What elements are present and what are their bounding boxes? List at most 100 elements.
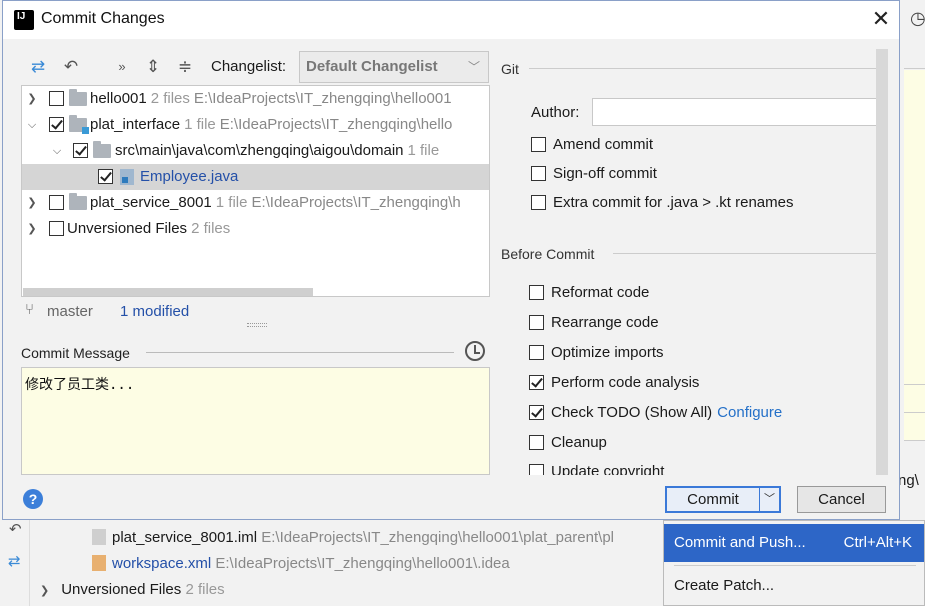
dialog-title: Commit Changes xyxy=(41,10,165,27)
author-label: Author: xyxy=(531,104,580,121)
tree-row-name: hello001 xyxy=(90,90,147,107)
tree-row-count: 1 file xyxy=(215,194,248,211)
background-toolbar: ↶ ⇄ xyxy=(0,520,30,606)
option-label: Rearrange code xyxy=(551,314,659,331)
checkbox[interactable] xyxy=(529,315,544,330)
option-label: Sign-off commit xyxy=(553,165,657,182)
horizontal-scrollbar[interactable] xyxy=(23,288,313,296)
divider xyxy=(613,253,881,254)
commit-message-input[interactable]: 修改了员工类... xyxy=(21,367,490,475)
title-bar: IJ Commit Changes ✕ xyxy=(3,1,899,39)
checkbox[interactable] xyxy=(531,137,546,152)
option-label: Update copyright xyxy=(551,463,665,475)
menu-item-label: Create Patch... xyxy=(674,577,775,594)
chevron-down-icon[interactable]: ⌵ xyxy=(26,112,38,138)
commit-and-push-item[interactable]: Commit and Push... Ctrl+Alt+K xyxy=(664,524,924,562)
help-button[interactable]: ? xyxy=(23,489,43,509)
changelist-value: Default Changelist xyxy=(306,58,438,75)
background-row-name: plat_service_8001.iml xyxy=(112,529,258,546)
author-input[interactable] xyxy=(592,98,884,126)
tree-row[interactable]: ⌵ src\main\java\com\zhengqing\aigou\doma… xyxy=(22,138,489,164)
background-box-text: ng\ xyxy=(898,472,919,489)
close-icon: ✕ xyxy=(871,6,891,31)
folder-icon xyxy=(93,141,111,158)
chevron-down-icon: ﹀ xyxy=(467,60,480,74)
iml-file-icon xyxy=(92,529,106,545)
background-row: plat_service_8001.iml E:\IdeaProjects\IT… xyxy=(92,525,614,551)
checkbox[interactable] xyxy=(49,221,64,236)
tree-row-name: Employee.java xyxy=(140,168,239,185)
clip-region: Update copyright xyxy=(529,460,879,475)
chevron-right-icon[interactable]: ❯ xyxy=(26,190,38,216)
checkbox[interactable] xyxy=(531,166,546,181)
tree-row-name: Unversioned Files xyxy=(67,220,188,237)
tree-row[interactable]: ❯ plat_service_8001 1 file E:\IdeaProjects… xyxy=(22,190,489,216)
commit-changes-dialog: IJ Commit Changes ✕ ⇄ ↶ » ⇕ ≑ Changelist… xyxy=(2,0,900,520)
checkbox[interactable] xyxy=(529,375,544,390)
chevron-right-icon[interactable]: ❯ xyxy=(26,216,38,242)
changelist-select[interactable]: Default Changelist ﹀ xyxy=(299,51,489,83)
tree-row[interactable]: ❯ hello001 2 files E:\IdeaProjects\IT_zhen… xyxy=(22,86,489,112)
chevron-right-icon[interactable]: ❯ xyxy=(26,86,38,112)
chevron-down-icon[interactable]: ⌵ xyxy=(51,138,63,164)
background-row-name: Unversioned Files xyxy=(61,581,182,598)
tree-row-count: 2 files xyxy=(191,220,231,237)
divider xyxy=(146,352,454,353)
background-ide-right: ◷ xyxy=(900,0,925,606)
expand-all-icon[interactable]: ⇕ xyxy=(142,56,164,78)
rollback-icon[interactable]: ↶ xyxy=(60,56,82,78)
tree-row-name: plat_interface xyxy=(90,116,181,133)
diff-icon[interactable]: ⇄ xyxy=(8,552,21,570)
close-button[interactable]: ✕ xyxy=(869,7,893,31)
git-section-title: Git xyxy=(501,61,519,77)
modified-count-link[interactable]: 1 modified xyxy=(120,303,189,320)
divider xyxy=(904,384,925,385)
tree-row-name: plat_service_8001 xyxy=(90,194,212,211)
cancel-button[interactable]: Cancel xyxy=(797,486,886,513)
chevron-right-icon[interactable]: ❯ xyxy=(40,585,49,597)
intellij-logo-icon: IJ xyxy=(11,7,37,33)
tree-row[interactable]: ⌵ plat_interface 1 file E:\IdeaProjects\IT… xyxy=(22,112,489,138)
menu-item-shortcut: Ctrl+Alt+K xyxy=(843,534,912,551)
background-row-path: E:\IdeaProjects\IT_zhengqing\hello001\.i… xyxy=(215,555,510,572)
checkbox[interactable] xyxy=(49,117,64,132)
divider xyxy=(904,412,925,413)
rollback-icon[interactable]: ↶ xyxy=(9,520,22,538)
option-label: Perform code analysis xyxy=(551,374,700,391)
checkbox[interactable] xyxy=(73,143,88,158)
option-label: Extra commit for .java > .kt renames xyxy=(553,194,794,211)
show-diff-icon[interactable]: ⇄ xyxy=(27,56,49,78)
changelist-label: Changelist: xyxy=(211,58,287,75)
message-history-icon[interactable] xyxy=(465,341,485,361)
checkbox[interactable] xyxy=(49,195,64,210)
configure-link[interactable]: Configure xyxy=(717,404,782,421)
tree-row-count: 1 file xyxy=(184,116,216,133)
collapse-all-icon[interactable]: ≑ xyxy=(174,56,196,78)
module-folder-icon xyxy=(69,89,87,106)
commit-button-label[interactable]: Commit xyxy=(667,488,759,511)
tree-row-path: E:\IdeaProjects\IT_zhengqing\hello xyxy=(219,116,453,133)
background-ide-bottom: ↶ ⇄ plat_service_8001.iml E:\IdeaProject… xyxy=(0,520,665,606)
more-icon[interactable]: » xyxy=(111,56,133,78)
commit-button[interactable]: Commit ﹀ xyxy=(665,486,781,513)
commit-options-popup: Commit and Push... Ctrl+Alt+K Create Pat… xyxy=(663,520,925,606)
checkbox[interactable] xyxy=(529,435,544,450)
chevron-down-icon[interactable]: ﹀ xyxy=(760,488,779,511)
tree-row[interactable]: Employee.java xyxy=(22,164,489,190)
changes-tree: ❯ hello001 2 files E:\IdeaProjects\IT_zhen… xyxy=(21,85,490,297)
checkbox[interactable] xyxy=(531,195,546,210)
history-icon[interactable]: ◷ xyxy=(910,8,925,29)
checkbox[interactable] xyxy=(529,345,544,360)
splitter-handle[interactable] xyxy=(247,323,267,327)
checkbox[interactable] xyxy=(98,169,113,184)
option-label: Check TODO (Show All) xyxy=(551,404,713,421)
option-label: Cleanup xyxy=(551,434,607,451)
vertical-scrollbar[interactable] xyxy=(876,49,888,475)
checkbox[interactable] xyxy=(49,91,64,106)
checkbox[interactable] xyxy=(529,405,544,420)
checkbox[interactable] xyxy=(529,285,544,300)
create-patch-item[interactable]: Create Patch... xyxy=(664,567,924,605)
checkbox[interactable] xyxy=(529,464,544,475)
branch-icon: ⑂ xyxy=(25,301,35,318)
tree-row[interactable]: ❯ Unversioned Files 2 files xyxy=(22,216,489,242)
